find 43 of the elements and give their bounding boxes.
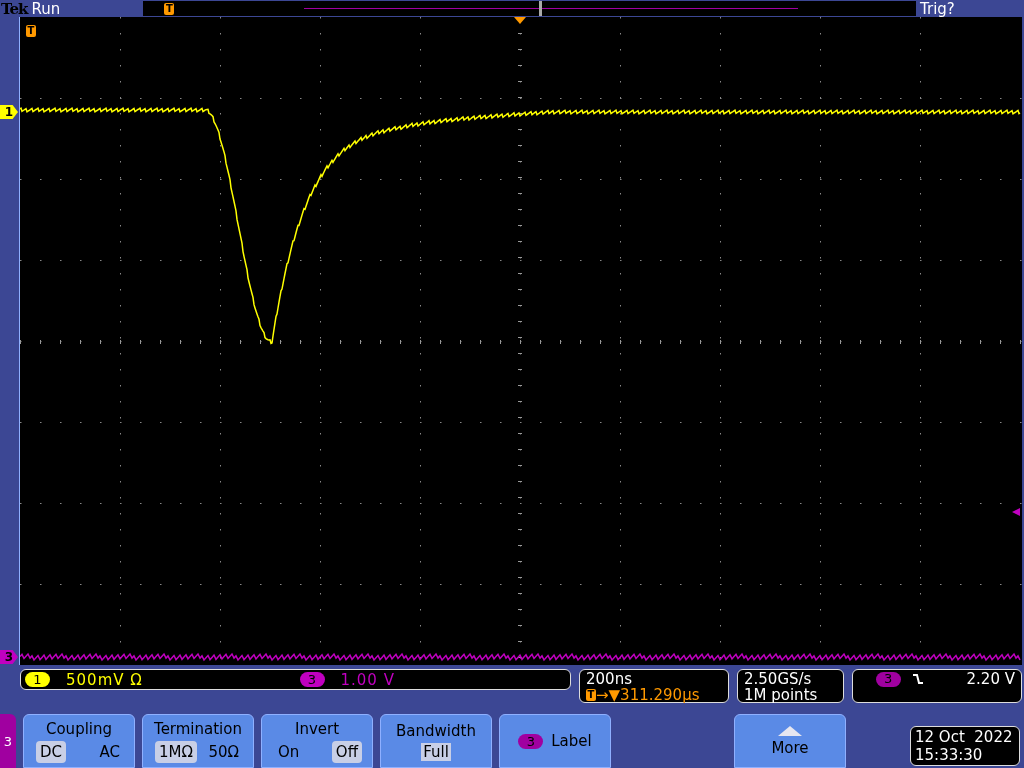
menu-option[interactable]: Off <box>331 740 362 763</box>
trigger-status: Trig? <box>919 0 956 18</box>
trigger-badge: T <box>164 3 175 15</box>
channel-marker[interactable]: 1 <box>0 105 18 119</box>
menu-title: Bandwidth <box>396 721 476 740</box>
record-length: 1M points <box>744 687 819 703</box>
channel-scale: 1.00 V <box>340 670 395 689</box>
date: 12 Oct 2022 <box>915 728 1014 746</box>
trigger-badge: T <box>26 25 36 37</box>
menu-button[interactable]: Termination 1MΩ 50Ω <box>142 714 254 768</box>
menu-button[interactable]: Coupling DC AC <box>23 714 135 768</box>
time: 15:33:30 <box>915 746 984 764</box>
channel-tab[interactable]: 3 <box>0 714 16 768</box>
menu-button[interactable]: Invert On Off <box>261 714 373 768</box>
channel-badge: 3 <box>518 733 544 749</box>
channel-scale: 500mV Ω <box>66 670 143 689</box>
acquisition-state: Run <box>31 0 62 18</box>
channel-badge: 3 <box>299 672 325 687</box>
trigger-position: →▼311.290µs <box>596 687 700 703</box>
menu-button[interactable]: Bandwidth Full <box>380 714 492 768</box>
label-button[interactable]: 3 Label <box>499 714 611 768</box>
trigger-level: 2.20 V <box>966 671 1015 687</box>
menu-title: Coupling <box>45 719 112 738</box>
menu-value: Full <box>421 742 451 761</box>
menu-option[interactable]: 50Ω <box>204 740 243 763</box>
menu-title: Label <box>551 732 592 750</box>
menu-option[interactable]: 1MΩ <box>155 740 197 763</box>
sample-rate: 2.50GS/s <box>744 671 813 687</box>
menu-title: Termination <box>154 719 242 738</box>
timebase-scale: 200ns <box>586 671 633 687</box>
menu-option[interactable]: DC <box>36 740 67 763</box>
menu-option[interactable]: On <box>274 740 304 763</box>
menu-option[interactable]: AC <box>95 740 124 763</box>
menu-title: Invert <box>294 719 340 738</box>
trigger-level-icon <box>1012 508 1020 516</box>
more-button[interactable]: More <box>734 714 846 768</box>
up-arrow-icon <box>778 725 802 736</box>
trigger-source-badge: 3 <box>875 671 901 687</box>
channel-badge: 1 <box>25 672 50 687</box>
channel-marker[interactable]: 3 <box>0 650 18 664</box>
brand-logo: Tek <box>0 0 28 18</box>
trigger-badge: T <box>586 689 596 701</box>
falling-edge-icon <box>912 673 923 685</box>
